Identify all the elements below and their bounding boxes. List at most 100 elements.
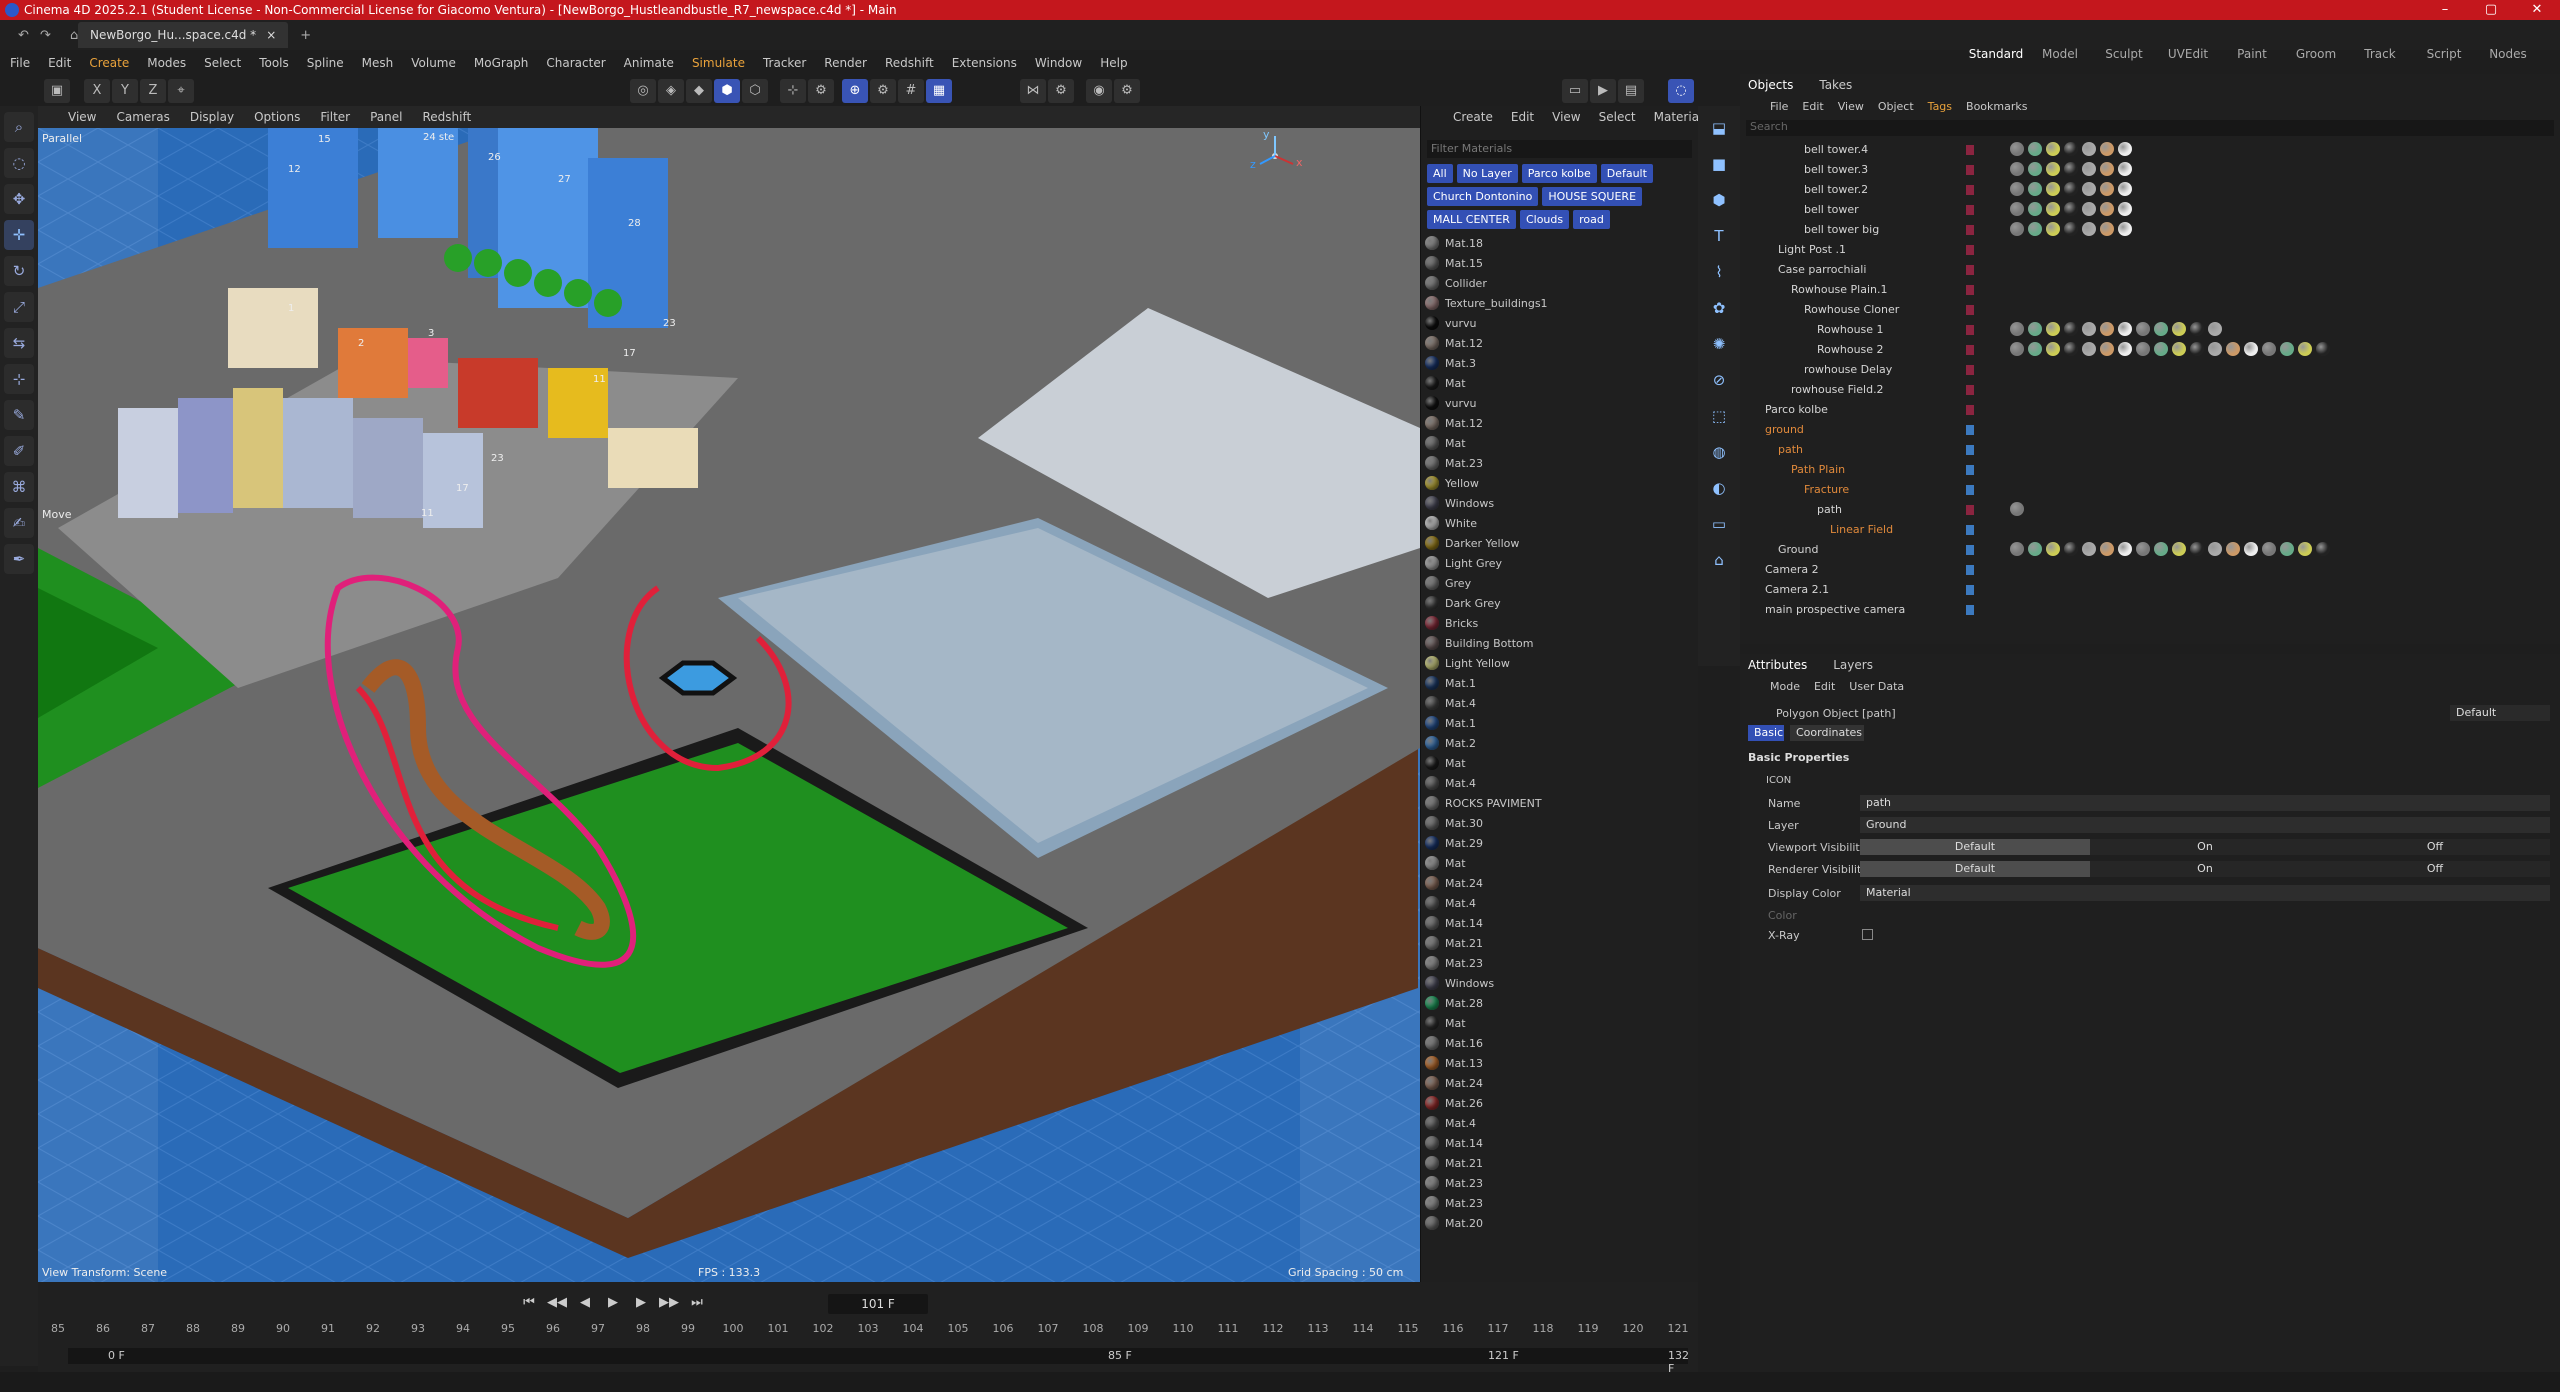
axis-x-button[interactable]: X (84, 79, 110, 103)
material-tag-icon[interactable] (2190, 542, 2204, 556)
knife-icon[interactable]: ✎ (4, 400, 34, 430)
menu-file[interactable]: File (10, 56, 30, 70)
material-item[interactable]: Mat.23 (1425, 453, 1694, 473)
menu-create[interactable]: Create (89, 56, 129, 70)
layer-color-flag[interactable] (1966, 585, 1974, 595)
object-name[interactable]: main prospective camera (1765, 603, 1905, 616)
paint-icon[interactable]: ⌘ (4, 472, 34, 502)
material-item[interactable]: Mat.4 (1425, 693, 1694, 713)
cube-icon[interactable]: ⬢ (1705, 186, 1733, 214)
material-tag-icon[interactable] (2010, 502, 2024, 516)
object-row[interactable]: bell tower big (1740, 220, 2560, 240)
layer-color-flag[interactable] (1966, 425, 1974, 435)
layout-standard[interactable]: Standard (1964, 47, 2028, 61)
material-tag-icon[interactable] (2118, 142, 2132, 156)
material-tag-icon[interactable] (2100, 182, 2114, 196)
material-item[interactable]: Mat (1425, 853, 1694, 873)
material-tag-icon[interactable] (2226, 542, 2240, 556)
object-menu-view[interactable]: View (1838, 100, 1864, 113)
object-row[interactable]: bell tower.3 (1740, 160, 2560, 180)
material-tag-icon[interactable] (2046, 162, 2060, 176)
attr-menu-user-data[interactable]: User Data (1849, 680, 1904, 693)
layout-groom[interactable]: Groom (2284, 47, 2348, 61)
object-menu-bookmarks[interactable]: Bookmarks (1966, 100, 2027, 113)
menu-spline[interactable]: Spline (307, 56, 344, 70)
material-layer-chip[interactable]: HOUSE SQUERE (1542, 187, 1643, 206)
material-tag-icon[interactable] (2028, 162, 2042, 176)
layer-color-flag[interactable] (1966, 365, 1974, 375)
material-tag-icon[interactable] (2082, 322, 2096, 336)
material-tag-icon[interactable] (2118, 342, 2132, 356)
layer-field[interactable]: Ground (1860, 817, 2550, 833)
material-tag-icon[interactable] (2064, 322, 2078, 336)
display-color-select[interactable]: Material (1860, 885, 2550, 901)
object-mode-icon[interactable]: ⬢ (714, 79, 740, 103)
material-layer-chip[interactable]: Church Dontonino (1427, 187, 1539, 206)
material-item[interactable]: Collider (1425, 273, 1694, 293)
material-tag-icon[interactable] (2064, 222, 2078, 236)
material-tag-icon[interactable] (2316, 542, 2330, 556)
scale-tool-icon[interactable]: ⤢ (4, 292, 34, 322)
object-row[interactable]: Rowhouse 1 (1740, 320, 2560, 340)
tab-coordinates[interactable]: Coordinates (1790, 725, 1864, 741)
material-tag-icon[interactable] (2100, 142, 2114, 156)
viewport-vis-on[interactable]: On (2090, 839, 2320, 855)
tab-basic[interactable]: Basic (1748, 725, 1784, 741)
axis-y-button[interactable]: Y (112, 79, 138, 103)
material-item[interactable]: Light Yellow (1425, 653, 1694, 673)
material-item[interactable]: ROCKS PAVIMENT (1425, 793, 1694, 813)
material-item[interactable]: Bricks (1425, 613, 1694, 633)
material-layer-chip[interactable]: Clouds (1519, 210, 1570, 229)
layer-color-flag[interactable] (1966, 285, 1974, 295)
material-tag-icon[interactable] (2136, 322, 2150, 336)
material-item[interactable]: Grey (1425, 573, 1694, 593)
layer-color-flag[interactable] (1966, 465, 1974, 475)
object-name[interactable]: Rowhouse Plain.1 (1791, 283, 1888, 296)
object-search-input[interactable]: Search (1746, 120, 2554, 136)
material-tag-icon[interactable] (2046, 222, 2060, 236)
object-row[interactable]: Camera 2 (1740, 560, 2560, 580)
material-tag-icon[interactable] (2064, 542, 2078, 556)
tab-attributes[interactable]: Attributes (1748, 658, 1807, 672)
render-view-icon[interactable]: ▭ (1562, 79, 1588, 103)
menu-mesh[interactable]: Mesh (362, 56, 394, 70)
maximize-button[interactable]: ▢ (2468, 0, 2514, 20)
material-tag-icon[interactable] (2136, 542, 2150, 556)
object-row[interactable]: bell tower.4 (1740, 140, 2560, 160)
material-item[interactable]: Mat.14 (1425, 1133, 1694, 1153)
camera-icon[interactable]: ◐ (1705, 474, 1733, 502)
material-tag-icon[interactable] (2082, 142, 2096, 156)
document-tab[interactable]: NewBorgo_Hu...space.c4d * × (78, 22, 289, 48)
object-name[interactable]: Light Post .1 (1778, 243, 1846, 256)
material-tag-icon[interactable] (2118, 202, 2132, 216)
layout-sculpt[interactable]: Sculpt (2092, 47, 2156, 61)
material-tag-icon[interactable] (2100, 542, 2114, 556)
material-item[interactable]: Mat.18 (1425, 233, 1694, 253)
search-icon[interactable]: ⌕ (4, 112, 34, 142)
viewport-vis-default[interactable]: Default (1860, 839, 2090, 855)
material-tag-icon[interactable] (2298, 342, 2312, 356)
current-frame-field[interactable]: 101 F (828, 1294, 928, 1314)
material-item[interactable]: Mat.16 (1425, 1033, 1694, 1053)
text-icon[interactable]: T (1705, 222, 1733, 250)
material-menu-edit[interactable]: Edit (1511, 110, 1534, 124)
viewport-menu-display[interactable]: Display (190, 110, 234, 124)
layout-icon[interactable]: ⬓ (1705, 114, 1733, 142)
material-menu-select[interactable]: Select (1599, 110, 1636, 124)
material-tag-icon[interactable] (2064, 162, 2078, 176)
object-name[interactable]: rowhouse Delay (1804, 363, 1892, 376)
material-tag-icon[interactable] (2010, 182, 2024, 196)
material-tag-icon[interactable] (2010, 142, 2024, 156)
material-tag-icon[interactable] (2118, 222, 2132, 236)
symmetry-settings-icon[interactable]: ⚙ (1048, 79, 1074, 103)
viewport-3d[interactable]: Parallel Move View Transform: Scene FPS … (38, 128, 1420, 1282)
object-name[interactable]: bell tower.3 (1804, 163, 1868, 176)
material-tag-icon[interactable] (2172, 542, 2186, 556)
menu-help[interactable]: Help (1100, 56, 1127, 70)
material-menu-view[interactable]: View (1552, 110, 1580, 124)
material-tag-icon[interactable] (2244, 542, 2258, 556)
material-tag-icon[interactable] (2172, 342, 2186, 356)
material-item[interactable]: White (1425, 513, 1694, 533)
layer-color-flag[interactable] (1966, 165, 1974, 175)
object-row[interactable]: Rowhouse Cloner (1740, 300, 2560, 320)
